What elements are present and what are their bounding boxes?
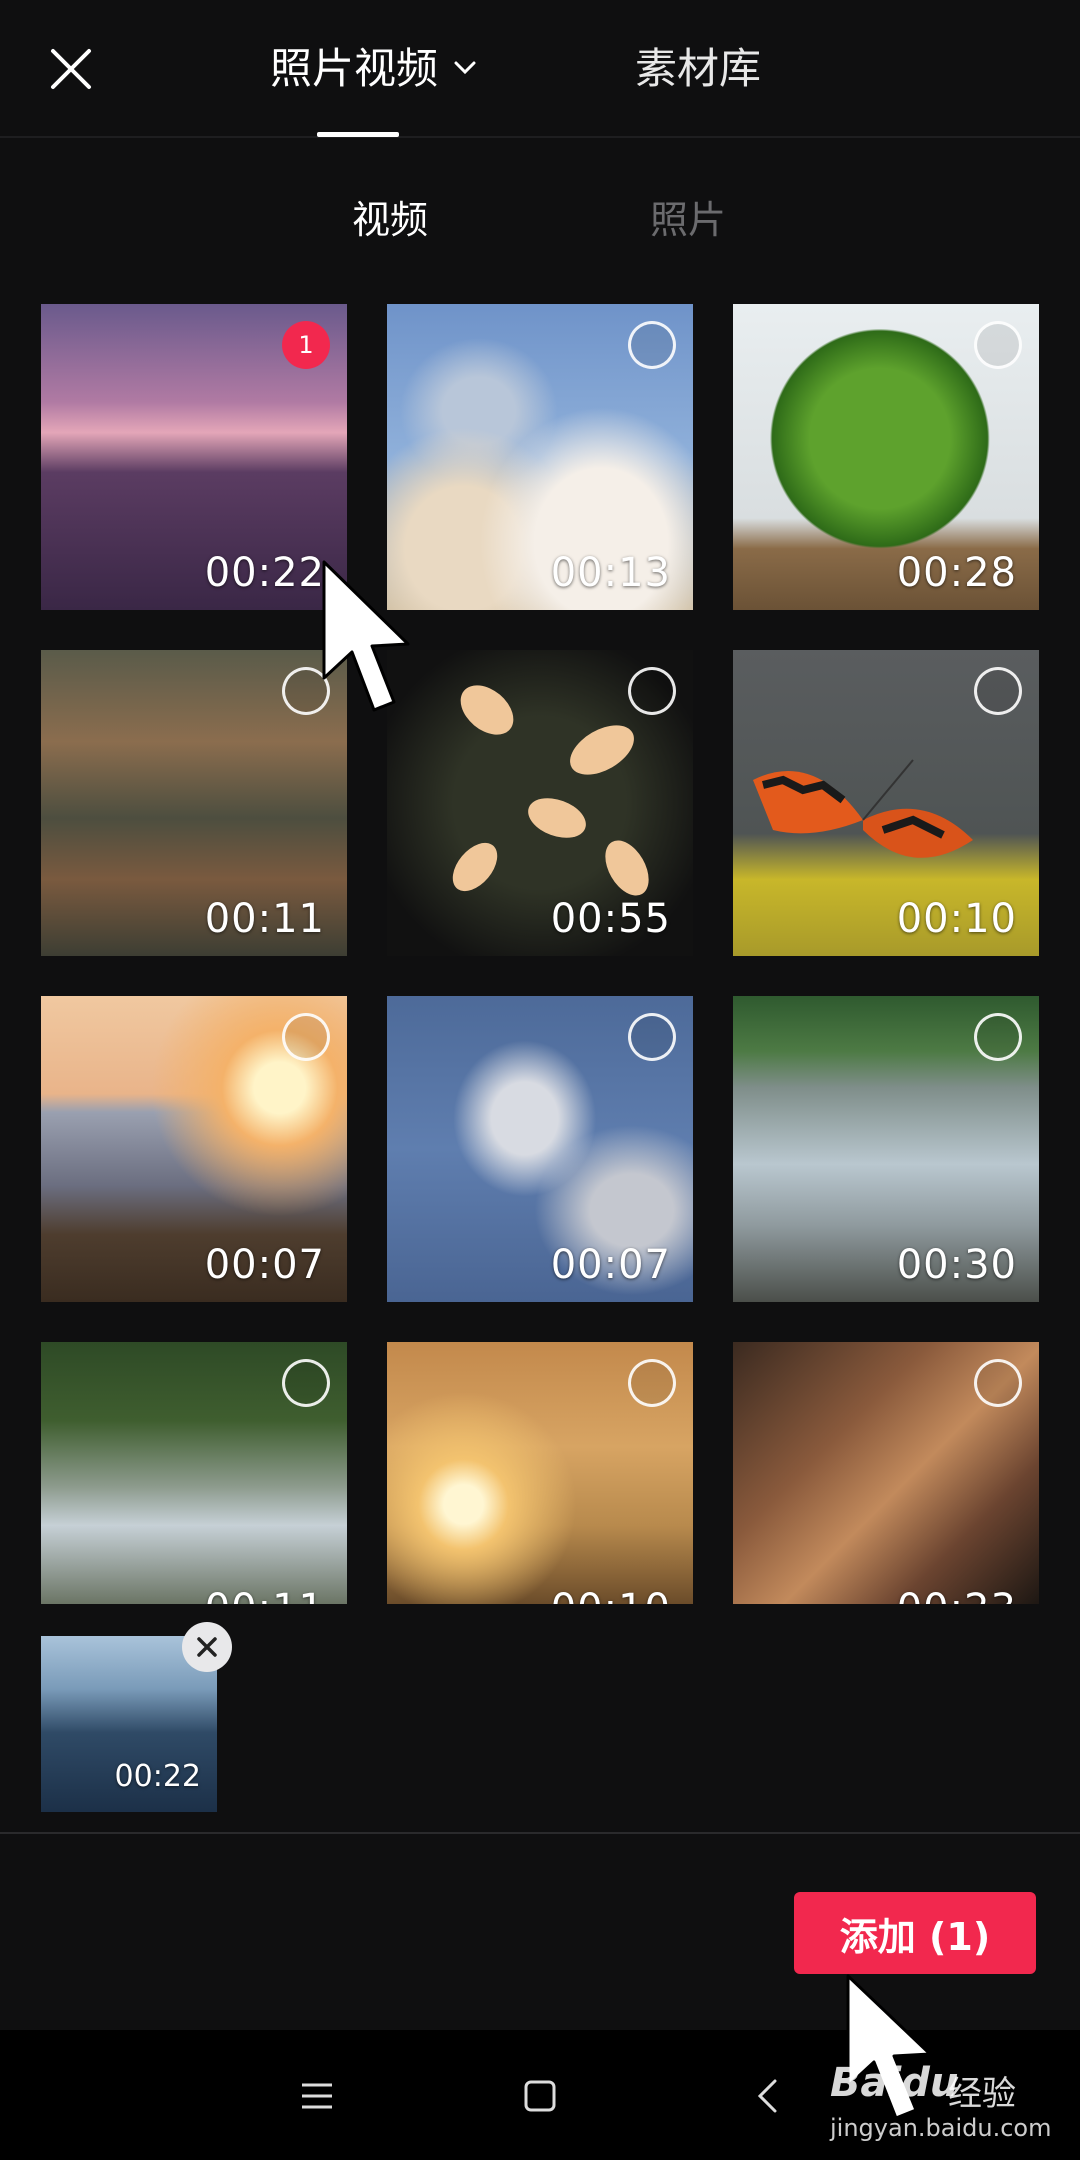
media-grid: 1 00:22 00:13 00:28 00:11 00:55 00:10 00… — [41, 304, 1039, 1604]
media-item[interactable]: 1 00:22 — [41, 304, 347, 610]
media-item[interactable]: 00:23 — [733, 1342, 1039, 1604]
home-icon — [524, 2080, 556, 2112]
back-icon — [757, 2079, 777, 2113]
select-circle-icon[interactable] — [974, 1013, 1022, 1061]
media-item[interactable]: 00:28 — [733, 304, 1039, 610]
butterfly-image — [753, 759, 973, 858]
media-duration: 00:22 — [204, 550, 325, 596]
top-bar: 照片视频 素材库 — [0, 0, 1080, 138]
subtab-video[interactable]: 视频 — [352, 192, 428, 248]
nav-menu-button[interactable] — [287, 2066, 347, 2126]
select-circle-icon[interactable] — [628, 1013, 676, 1061]
media-item[interactable]: 00:11 — [41, 1342, 347, 1604]
media-duration: 00:10 — [551, 1586, 671, 1604]
tab-photos-videos-label: 照片视频 — [270, 44, 439, 93]
media-duration: 00:13 — [550, 550, 671, 596]
media-item[interactable]: 00:07 — [41, 996, 347, 1302]
menu-icon — [302, 2083, 332, 2109]
media-item[interactable]: 00:10 — [387, 1342, 693, 1604]
media-duration: 00:10 — [896, 896, 1017, 942]
select-circle-icon[interactable] — [974, 321, 1022, 369]
media-duration: 00:07 — [550, 1242, 671, 1288]
tab-material-library[interactable]: 素材库 — [635, 38, 761, 100]
select-circle-icon[interactable] — [628, 321, 676, 369]
add-button[interactable]: 添加 (1) — [794, 1892, 1036, 1974]
media-duration: 00:11 — [205, 1586, 325, 1604]
nav-home-button[interactable] — [510, 2066, 570, 2126]
close-icon — [197, 1637, 217, 1657]
nav-back-button[interactable] — [737, 2066, 797, 2126]
media-duration: 00:23 — [897, 1586, 1017, 1604]
selection-badge[interactable]: 1 — [282, 321, 330, 369]
tab-photos-videos[interactable]: 照片视频 — [270, 38, 476, 100]
active-tab-indicator — [317, 132, 399, 137]
media-item[interactable]: 00:07 — [387, 996, 693, 1302]
select-circle-icon[interactable] — [282, 1013, 330, 1061]
close-button[interactable] — [40, 38, 102, 100]
media-item[interactable]: 00:30 — [733, 996, 1039, 1302]
media-item[interactable]: 00:55 — [387, 650, 693, 956]
media-duration: 00:55 — [550, 896, 671, 942]
media-item[interactable]: 00:13 — [387, 304, 693, 610]
selected-media-duration: 00:22 — [114, 1759, 201, 1794]
media-duration: 00:07 — [204, 1242, 325, 1288]
select-circle-icon[interactable] — [282, 1359, 330, 1407]
selected-items-strip: 00:22 — [0, 1604, 1080, 1834]
tab-material-library-label: 素材库 — [635, 44, 762, 93]
subtab-photo[interactable]: 照片 — [650, 192, 726, 248]
media-item[interactable]: 00:10 — [733, 650, 1039, 956]
media-duration: 00:30 — [896, 1242, 1017, 1288]
select-circle-icon[interactable] — [282, 667, 330, 715]
remove-selected-button[interactable] — [182, 1622, 232, 1672]
select-circle-icon[interactable] — [628, 1359, 676, 1407]
chevron-down-icon — [454, 61, 476, 74]
media-picker-screen: 照片视频 素材库 视频 照片 1 00:22 00:13 00:28 00:11… — [0, 0, 1080, 2160]
select-circle-icon[interactable] — [974, 1359, 1022, 1407]
media-item[interactable]: 00:11 — [41, 650, 347, 956]
close-icon — [51, 49, 91, 89]
system-nav-bar — [0, 2030, 1080, 2160]
select-circle-icon[interactable] — [628, 667, 676, 715]
media-duration: 00:11 — [204, 896, 325, 942]
media-duration: 00:28 — [896, 550, 1017, 596]
select-circle-icon[interactable] — [974, 667, 1022, 715]
